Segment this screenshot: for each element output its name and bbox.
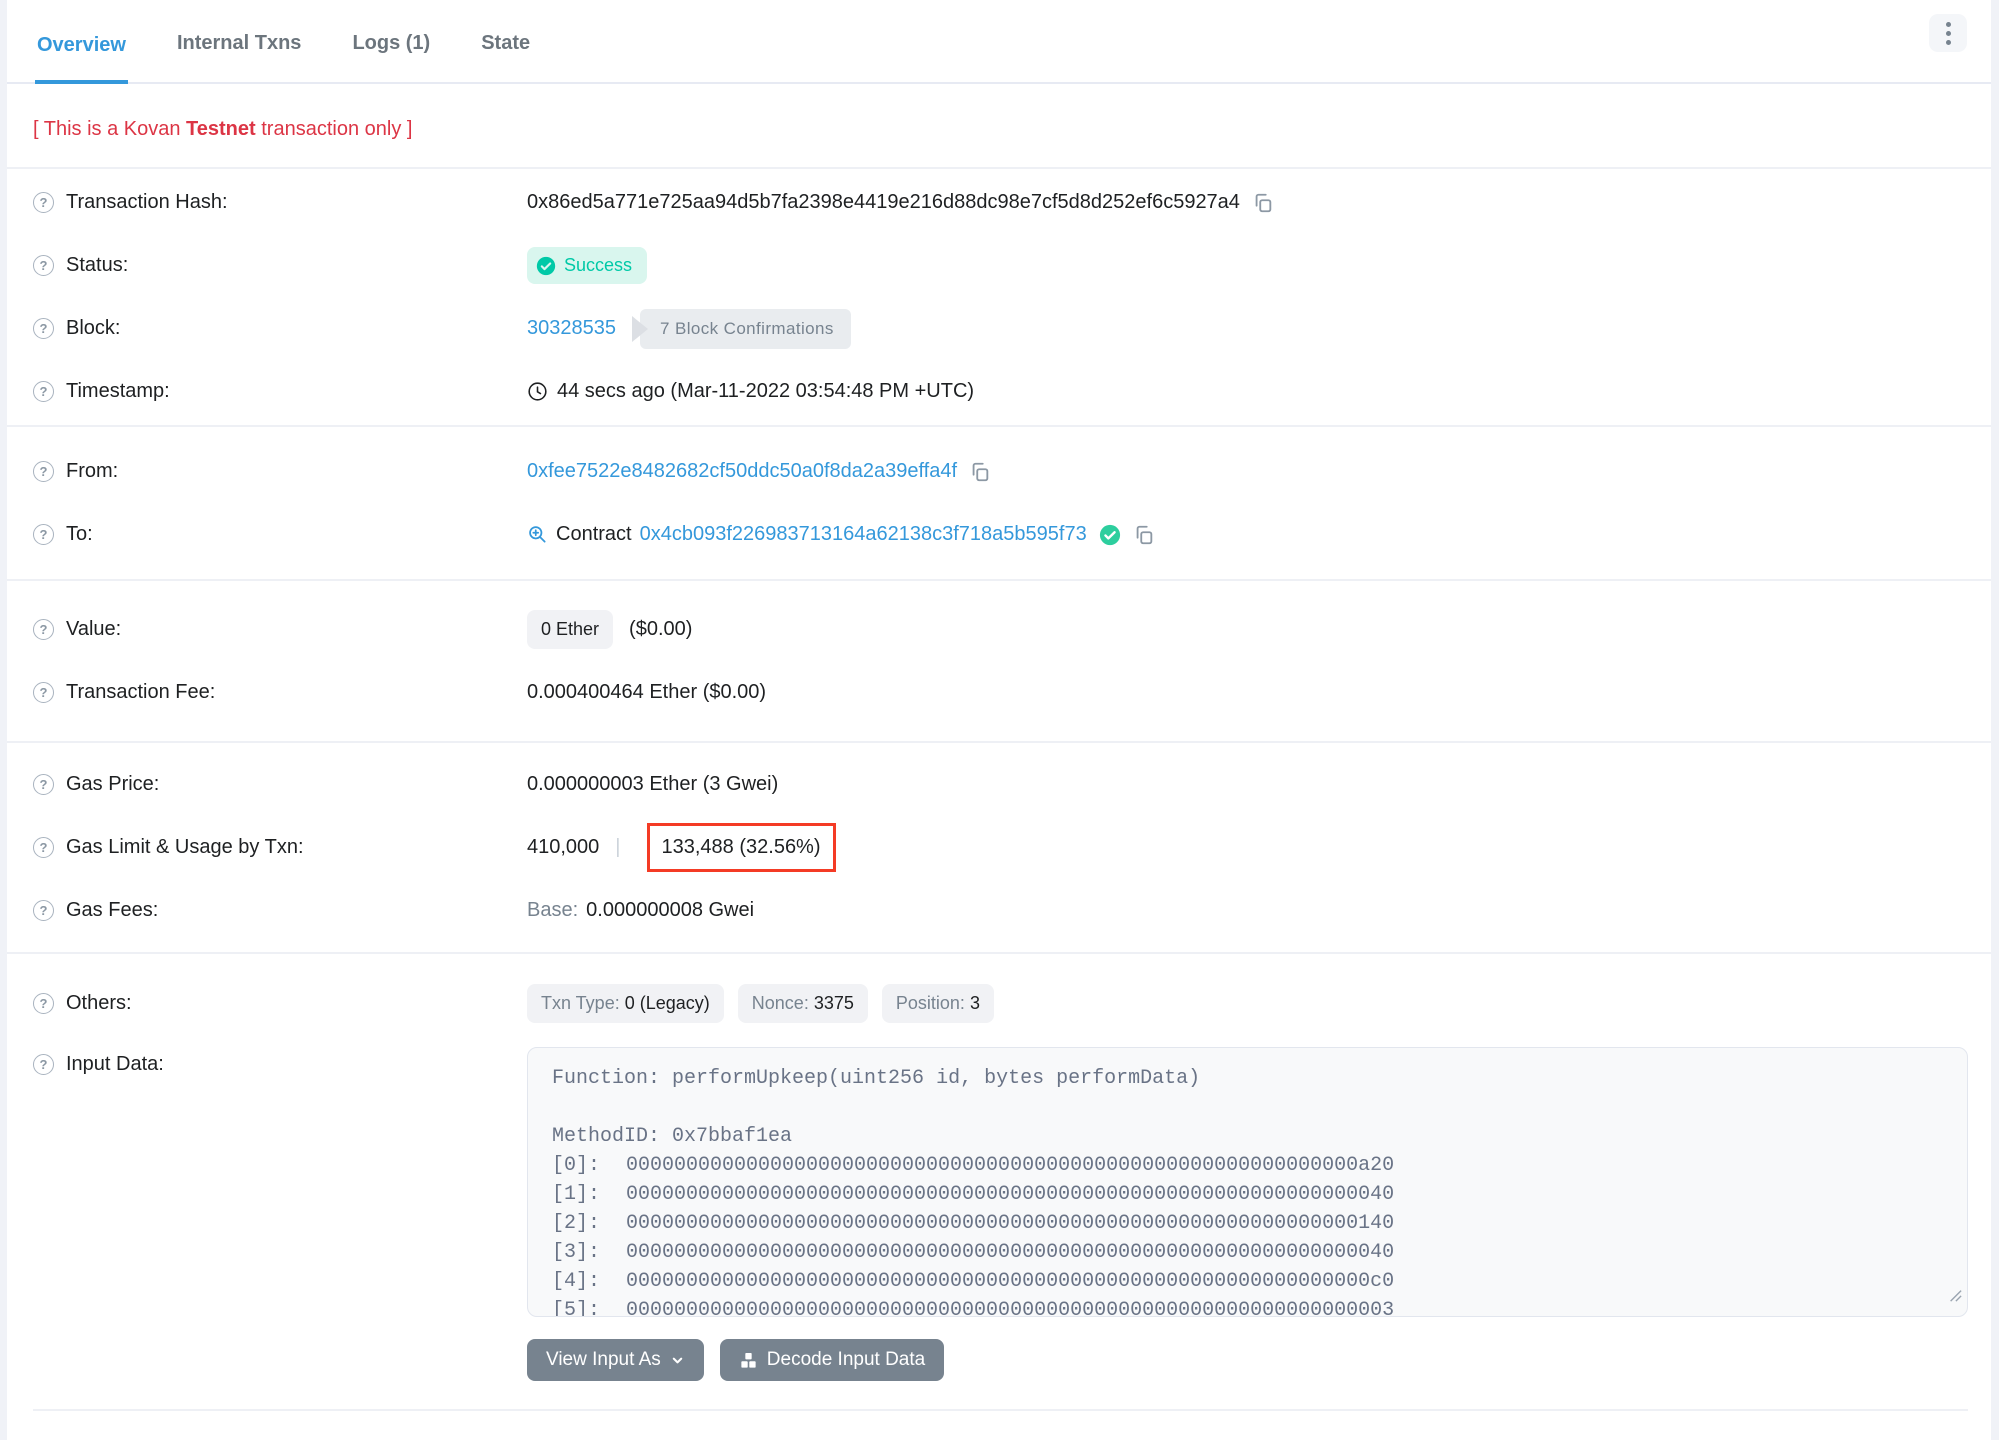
verified-check-icon: [1099, 524, 1121, 546]
others-label: Others:: [66, 992, 132, 1014]
to-address-link[interactable]: 0x4cb093f226983713164a62138c3f718a5b595f…: [640, 523, 1087, 546]
copy-icon[interactable]: [1133, 524, 1155, 546]
row-timestamp: ? Timestamp: 44 secs ago (Mar-11-2022 03…: [7, 360, 1991, 423]
input-data-actions: View Input As Decode Input Data: [7, 1339, 1991, 1381]
to-label: To:: [66, 523, 93, 545]
row-to: ? To: Contract 0x4cb093f226983713164a621…: [7, 503, 1991, 566]
tab-bar: Overview Internal Txns Logs (1) State: [7, 0, 1991, 84]
copy-icon[interactable]: [969, 461, 991, 483]
transaction-hash-value: 0x86ed5a771e725aa94d5b7fa2398e4419e216d8…: [527, 191, 1240, 213]
nonce-badge: Nonce: 3375: [737, 984, 868, 1023]
value-usd: ($0.00): [629, 618, 693, 640]
row-transaction-fee: ? Transaction Fee: 0.000400464 Ether ($0…: [7, 661, 1991, 724]
input-word: [0]: 000000000000000000000000000000000000…: [552, 1154, 1395, 1177]
base-fee-label: Base:: [527, 899, 579, 921]
row-block: ? Block: 30328535 7 Block Confirmations: [7, 297, 1991, 360]
block-label: Block:: [66, 317, 121, 339]
status-label: Status:: [66, 254, 129, 276]
input-method-id: MethodID: 0x7bbaf1ea: [552, 1125, 793, 1148]
tab-internal-txns[interactable]: Internal Txns: [175, 3, 303, 82]
from-address-link[interactable]: 0xfee7522e8482682cf50ddc50a0f8da2a39effa…: [527, 460, 957, 483]
help-icon[interactable]: ?: [33, 461, 54, 482]
help-icon[interactable]: ?: [33, 381, 54, 402]
decode-input-data-button[interactable]: Decode Input Data: [719, 1339, 945, 1381]
gas-limit-value: 410,000: [527, 836, 600, 858]
separator: |: [615, 836, 621, 858]
help-icon[interactable]: ?: [33, 993, 54, 1014]
status-badge: Success: [527, 247, 648, 284]
bottom-divider: [33, 1409, 1968, 1411]
tab-overview[interactable]: Overview: [35, 5, 128, 84]
txn-type-badge: Txn Type: 0 (Legacy): [527, 984, 724, 1023]
section-others-input: ? Others: Txn Type: 0 (Legacy) Nonce: 33…: [7, 952, 1991, 1409]
section-value-fee: ? Value: 0 Ether ($0.00) ? Transaction F…: [7, 579, 1991, 741]
help-icon[interactable]: ?: [33, 619, 54, 640]
ether-value-badge: 0 Ether: [527, 610, 614, 649]
gas-fees-label: Gas Fees:: [66, 899, 159, 921]
row-gas-fees: ? Gas Fees: Base: 0.000000008 Gwei: [7, 879, 1991, 942]
to-contract-prefix: Contract: [556, 523, 632, 545]
row-transaction-hash: ? Transaction Hash: 0x86ed5a771e725aa94d…: [7, 171, 1991, 234]
gas-usage-value: 133,488 (32.56%): [661, 836, 821, 858]
input-data-label: Input Data:: [66, 1053, 164, 1075]
chevron-down-icon: [672, 1357, 683, 1363]
tag-arrow-icon: [631, 315, 648, 342]
input-word: [4]: 000000000000000000000000000000000000…: [552, 1270, 1395, 1293]
clock-icon: [527, 381, 548, 402]
more-options-button[interactable]: [1929, 14, 1967, 52]
value-label: Value:: [66, 618, 122, 640]
transaction-detail-card: Overview Internal Txns Logs (1) State [ …: [7, 0, 1991, 1440]
row-gas-limit-usage: ? Gas Limit & Usage by Txn: 410,000 | 13…: [7, 816, 1991, 879]
transaction-fee-label: Transaction Fee:: [66, 681, 216, 703]
help-icon[interactable]: ?: [33, 524, 54, 545]
help-icon[interactable]: ?: [33, 1054, 54, 1075]
tab-state[interactable]: State: [479, 3, 532, 82]
transaction-hash-label: Transaction Hash:: [66, 191, 228, 213]
input-word: [2]: 000000000000000000000000000000000000…: [552, 1212, 1395, 1235]
cubes-icon: [741, 1352, 756, 1368]
from-label: From:: [66, 460, 119, 482]
transaction-fee-value: 0.000400464 Ether ($0.00): [527, 681, 767, 703]
input-word: [5]: 000000000000000000000000000000000000…: [552, 1299, 1395, 1317]
gas-usage-annotation-box: 133,488 (32.56%): [646, 823, 836, 872]
input-data-textarea[interactable]: Function: performUpkeep(uint256 id, byte…: [527, 1047, 1968, 1317]
tab-logs[interactable]: Logs (1): [350, 3, 432, 82]
block-confirmations-badge: 7 Block Confirmations: [631, 308, 851, 349]
section-addresses: ? From: 0xfee7522e8482682cf50ddc50a0f8da…: [7, 425, 1991, 579]
input-word: [3]: 000000000000000000000000000000000000…: [552, 1241, 1395, 1264]
help-icon[interactable]: ?: [33, 255, 54, 276]
row-from: ? From: 0xfee7522e8482682cf50ddc50a0f8da…: [7, 440, 1991, 503]
section-gas: ? Gas Price: 0.000000003 Ether (3 Gwei) …: [7, 741, 1991, 952]
gas-limit-label: Gas Limit & Usage by Txn:: [66, 836, 304, 858]
help-icon[interactable]: ?: [33, 192, 54, 213]
timestamp-label: Timestamp:: [66, 380, 170, 402]
section-overview-top: ? Transaction Hash: 0x86ed5a771e725aa94d…: [7, 167, 1991, 425]
help-icon[interactable]: ?: [33, 682, 54, 703]
timestamp-value: 44 secs ago (Mar-11-2022 03:54:48 PM +UT…: [557, 380, 975, 402]
row-others: ? Others: Txn Type: 0 (Legacy) Nonce: 33…: [7, 972, 1991, 1035]
row-input-data: ? Input Data: Function: performUpkeep(ui…: [7, 1047, 1991, 1317]
resize-handle-icon[interactable]: [1948, 1283, 1962, 1312]
gas-price-label: Gas Price:: [66, 773, 160, 795]
base-fee-value: 0.000000008 Gwei: [586, 899, 755, 921]
testnet-notice: [ This is a Kovan Testnet transaction on…: [33, 118, 413, 140]
zoom-in-icon[interactable]: [527, 524, 548, 545]
block-number-link[interactable]: 30328535: [527, 317, 616, 340]
help-icon[interactable]: ?: [33, 837, 54, 858]
help-icon[interactable]: ?: [33, 900, 54, 921]
input-word: [1]: 000000000000000000000000000000000000…: [552, 1183, 1395, 1206]
row-gas-price: ? Gas Price: 0.000000003 Ether (3 Gwei): [7, 753, 1991, 816]
copy-icon[interactable]: [1252, 192, 1274, 214]
gas-price-value: 0.000000003 Ether (3 Gwei): [527, 773, 779, 795]
row-status: ? Status: Success: [7, 234, 1991, 297]
check-circle-icon: [536, 256, 556, 275]
row-value: ? Value: 0 Ether ($0.00): [7, 598, 1991, 661]
input-function-signature: Function: performUpkeep(uint256 id, byte…: [552, 1067, 1201, 1090]
position-badge: Position: 3: [881, 984, 994, 1023]
view-input-as-button[interactable]: View Input As: [527, 1339, 704, 1381]
help-icon[interactable]: ?: [33, 318, 54, 339]
help-icon[interactable]: ?: [33, 774, 54, 795]
